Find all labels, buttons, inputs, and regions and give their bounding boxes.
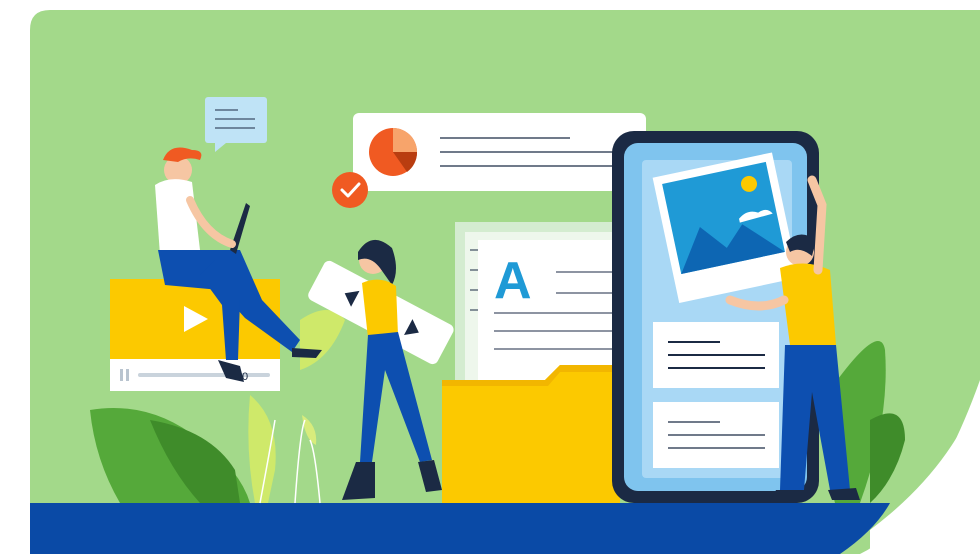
folder-icon	[442, 365, 620, 503]
document-letter: A	[494, 252, 532, 310]
pie-chart-icon	[369, 128, 418, 176]
pie-chart-card	[353, 113, 646, 191]
floor	[30, 503, 890, 554]
digital-content-illustration: A 0	[30, 10, 980, 554]
progress-track	[138, 373, 270, 377]
check-icon	[332, 172, 368, 208]
pause-icon	[120, 369, 123, 381]
image-icon	[652, 152, 799, 304]
